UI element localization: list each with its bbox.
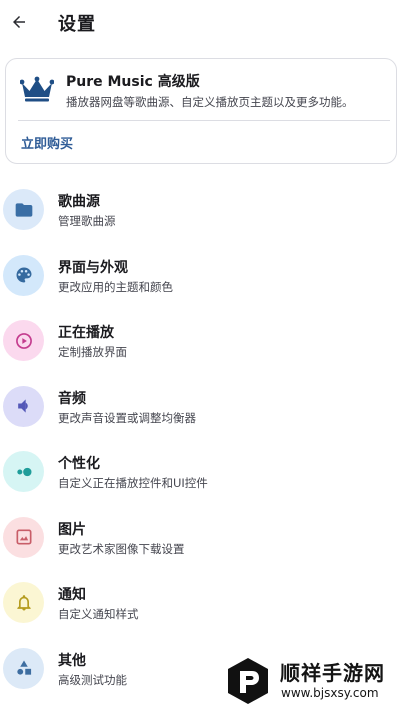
settings-item-song-source[interactable]: 歌曲源 管理歌曲源 (0, 178, 400, 244)
pro-description: 播放器网盘等歌曲源、自定义播放页主题以及更多功能。 (66, 95, 354, 109)
buy-now-button[interactable]: 立即购买 (21, 133, 73, 152)
settings-item-title: 音频 (58, 390, 86, 407)
pro-upgrade-card: Pure Music 高级版 播放器网盘等歌曲源、自定义播放页主题以及更多功能。… (5, 58, 397, 164)
icon-container (3, 516, 44, 558)
shapes-icon (16, 660, 31, 675)
crown-icon (20, 76, 54, 102)
settings-item-title: 歌曲源 (58, 194, 100, 210)
pro-title: Pure Music 高级版 (66, 74, 200, 90)
icon-container (3, 647, 44, 689)
settings-item-subtitle: 更改应用的主题和颜色 (58, 279, 173, 294)
image-icon (16, 529, 31, 545)
bell-icon (16, 594, 31, 610)
icon-container (3, 385, 44, 427)
divider (18, 120, 390, 121)
icon-container (3, 451, 44, 492)
settings-item-subtitle: 更改声音设置或调整均衡器 (58, 410, 196, 425)
settings-item-title: 通知 (58, 587, 86, 603)
settings-item-title: 其他 (58, 652, 86, 669)
back-button[interactable] (8, 8, 30, 36)
settings-item-subtitle: 管理歌曲源 (58, 214, 116, 228)
volume-icon (17, 399, 28, 413)
settings-item-title: 个性化 (58, 456, 100, 472)
settings-item-title: 图片 (58, 521, 86, 538)
settings-item-personalize[interactable]: 个性化 自定义正在播放控件和UI控件 (0, 440, 400, 506)
page-title: 设置 (58, 14, 96, 35)
settings-list: 歌曲源 管理歌曲源 界面与外观 更改应用的主题和颜色 正在播放 定制播放界面 音… (0, 178, 400, 702)
settings-item-appearance[interactable]: 界面与外观 更改应用的主题和颜色 (0, 244, 400, 310)
icon-container (3, 582, 44, 623)
toggle-icon (16, 467, 31, 476)
settings-item-audio[interactable]: 音频 更改声音设置或调整均衡器 (0, 375, 400, 441)
watermark: 顺祥手游网 www.bjsxsy.com (226, 654, 396, 708)
settings-item-subtitle: 自定义通知样式 (58, 607, 139, 621)
icon-container (3, 189, 44, 230)
settings-item-now-playing[interactable]: 正在播放 定制播放界面 (0, 309, 400, 375)
settings-item-title: 正在播放 (58, 325, 114, 341)
folder-icon (15, 202, 32, 217)
settings-item-images[interactable]: 图片 更改艺术家图像下载设置 (0, 506, 400, 572)
watermark-name: 顺祥手游网 (280, 661, 385, 685)
icon-container (3, 254, 44, 296)
icon-container (3, 320, 44, 361)
watermark-logo-icon (228, 658, 268, 704)
play-circle-icon (15, 332, 32, 349)
app-bar: 设置 (0, 0, 400, 44)
settings-item-subtitle: 高级测试功能 (58, 672, 127, 687)
settings-item-title: 界面与外观 (58, 259, 128, 276)
settings-item-notifications[interactable]: 通知 自定义通知样式 (0, 571, 400, 637)
settings-item-subtitle: 自定义正在播放控件和UI控件 (58, 476, 208, 490)
watermark-url: www.bjsxsy.com (281, 686, 379, 700)
arrow-back-icon (13, 16, 25, 28)
settings-item-subtitle: 更改艺术家图像下载设置 (58, 541, 185, 556)
settings-item-subtitle: 定制播放界面 (58, 345, 127, 359)
palette-icon (16, 267, 31, 283)
